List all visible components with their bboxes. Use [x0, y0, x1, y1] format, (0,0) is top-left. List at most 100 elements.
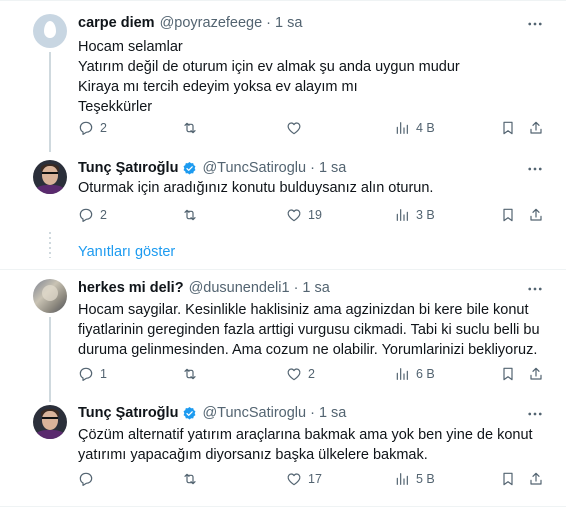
reply-button[interactable]: 2 — [78, 120, 107, 136]
tweet-header: herkes mi deli? @dusunendeli1 · 1 sa — [78, 280, 330, 296]
retweet-icon — [184, 473, 196, 485]
share-icon — [530, 472, 542, 485]
retweet-button[interactable] — [182, 207, 204, 223]
avatar-shirt — [36, 185, 64, 194]
heart-icon — [287, 368, 301, 381]
reply-button[interactable]: 1 — [78, 366, 107, 382]
timestamp[interactable]: 1 sa — [319, 405, 346, 421]
views-count: 5 B — [416, 472, 435, 486]
author-name[interactable]: Tunç Şatıroğlu — [78, 160, 178, 176]
avatar-herkes-mi-deli[interactable] — [33, 279, 67, 313]
thread-line-dotted — [49, 232, 51, 258]
like-button[interactable]: 19 — [286, 207, 322, 223]
like-count: 17 — [308, 472, 322, 486]
like-button[interactable]: 2 — [286, 366, 315, 382]
author-name[interactable]: herkes mi deli? — [78, 280, 184, 296]
retweet-button[interactable] — [182, 366, 204, 382]
tweet-line: Kiraya mı tercih edeyim yoksa ev alayım … — [78, 79, 358, 95]
tweet-line: yatırımı yapacağım diyorsanız başka ülke… — [78, 447, 428, 463]
thread-line — [49, 317, 51, 402]
tweet-text: Oturmak için aradığınız konutu bulduysan… — [78, 178, 548, 198]
retweet-button[interactable] — [182, 120, 204, 136]
retweet-icon — [184, 368, 196, 380]
more-icon[interactable] — [526, 160, 544, 178]
views-button[interactable]: 5 B — [394, 471, 435, 487]
reply-count: 2 — [100, 121, 107, 135]
share-button[interactable] — [528, 207, 544, 223]
bookmark-button[interactable] — [500, 366, 516, 382]
reply-count: 2 — [100, 208, 107, 222]
timestamp[interactable]: 1 sa — [319, 160, 346, 176]
more-icon[interactable] — [526, 405, 544, 423]
action-bar: 2 19 3 B — [78, 207, 544, 227]
separator-dot: · — [293, 280, 299, 296]
retweet-icon — [184, 209, 196, 221]
bookmark-icon — [503, 472, 513, 486]
reply-icon — [79, 208, 93, 222]
tweet-text: Hocam selamlar Yatırım değil de oturum i… — [78, 37, 548, 117]
retweet-button[interactable] — [182, 471, 204, 487]
tweet-line: Çözüm alternatif yatırım araçlarına bakm… — [78, 427, 533, 443]
action-bar: 2 4 B — [78, 120, 544, 140]
tweet-text: Hocam saygilar. Kesinlikle haklisiniz am… — [78, 300, 548, 360]
avatar-glasses — [42, 172, 58, 176]
views-count: 4 B — [416, 121, 435, 135]
separator-dot: · — [310, 160, 315, 176]
tweet-line: Teşekkürler — [78, 99, 153, 115]
like-button[interactable]: 17 — [286, 471, 322, 487]
views-button[interactable]: 4 B — [394, 120, 435, 136]
like-button[interactable] — [286, 120, 308, 136]
author-handle[interactable]: @TuncSatiroglu — [202, 160, 306, 176]
like-count: 19 — [308, 208, 322, 222]
bookmark-button[interactable] — [500, 207, 516, 223]
tweet-header: carpe diem @poyrazefeege · 1 sa — [78, 15, 302, 31]
views-icon — [396, 209, 408, 221]
timestamp[interactable]: 1 sa — [275, 15, 302, 31]
reply-button[interactable]: 2 — [78, 207, 107, 223]
bookmark-button[interactable] — [500, 471, 516, 487]
author-name[interactable]: Tunç Şatıroğlu — [78, 405, 178, 421]
author-name[interactable]: carpe diem — [78, 15, 155, 31]
tweet-line: fiyatlarinin gereginden fazla arttigi vu… — [78, 322, 540, 338]
more-icon[interactable] — [526, 15, 544, 33]
tweet-header: Tunç Şatıroğlu @TuncSatiroglu · 1 sa — [78, 405, 346, 421]
bookmark-button[interactable] — [500, 120, 516, 136]
views-button[interactable]: 6 B — [394, 366, 435, 382]
avatar-tunc-satiroglu[interactable] — [33, 405, 67, 439]
separator-dot: · — [266, 15, 272, 31]
tweet-3[interactable]: herkes mi deli? @dusunendeli1 · 1 sa Hoc… — [0, 270, 566, 402]
separator-dot: · — [310, 405, 315, 421]
tweet-line: duruma gelinmesinden. Ama cozum ne olabi… — [78, 342, 538, 358]
author-handle[interactable]: @dusunendeli1 — [189, 280, 290, 296]
tweet-header: Tunç Şatıroğlu @TuncSatiroglu · 1 sa — [78, 160, 346, 176]
share-button[interactable] — [528, 471, 544, 487]
share-button[interactable] — [528, 366, 544, 382]
share-button[interactable] — [528, 120, 544, 136]
avatar-default-egg[interactable] — [33, 14, 67, 48]
avatar-shirt — [36, 430, 64, 439]
thread-line — [49, 52, 51, 152]
views-button[interactable]: 3 B — [394, 207, 435, 223]
share-icon — [530, 367, 542, 380]
timestamp[interactable]: 1 sa — [302, 280, 329, 296]
author-handle[interactable]: @poyrazefeege — [160, 15, 263, 31]
heart-icon — [287, 473, 301, 486]
share-icon — [530, 121, 542, 134]
tweet-1[interactable]: carpe diem @poyrazefeege · 1 sa Hocam se… — [0, 0, 566, 152]
verified-badge-icon — [182, 406, 197, 421]
reply-icon — [79, 367, 93, 381]
tweet-line: Oturmak için aradığınız konutu bulduysan… — [78, 180, 434, 196]
bookmark-icon — [503, 367, 513, 381]
more-icon[interactable] — [526, 280, 544, 298]
action-bar: 1 2 6 B — [78, 366, 544, 386]
share-icon — [530, 208, 542, 221]
views-count: 6 B — [416, 367, 435, 381]
avatar-glasses — [42, 417, 58, 421]
tweet-4[interactable]: Tunç Şatıroğlu @TuncSatiroglu · 1 sa Çöz… — [0, 395, 566, 507]
avatar-tunc-satiroglu[interactable] — [33, 160, 67, 194]
reply-button[interactable] — [78, 471, 100, 487]
author-handle[interactable]: @TuncSatiroglu — [202, 405, 306, 421]
show-replies-link[interactable]: Yanıtları göster — [78, 244, 175, 260]
views-icon — [396, 473, 408, 485]
reply-count: 1 — [100, 367, 107, 381]
